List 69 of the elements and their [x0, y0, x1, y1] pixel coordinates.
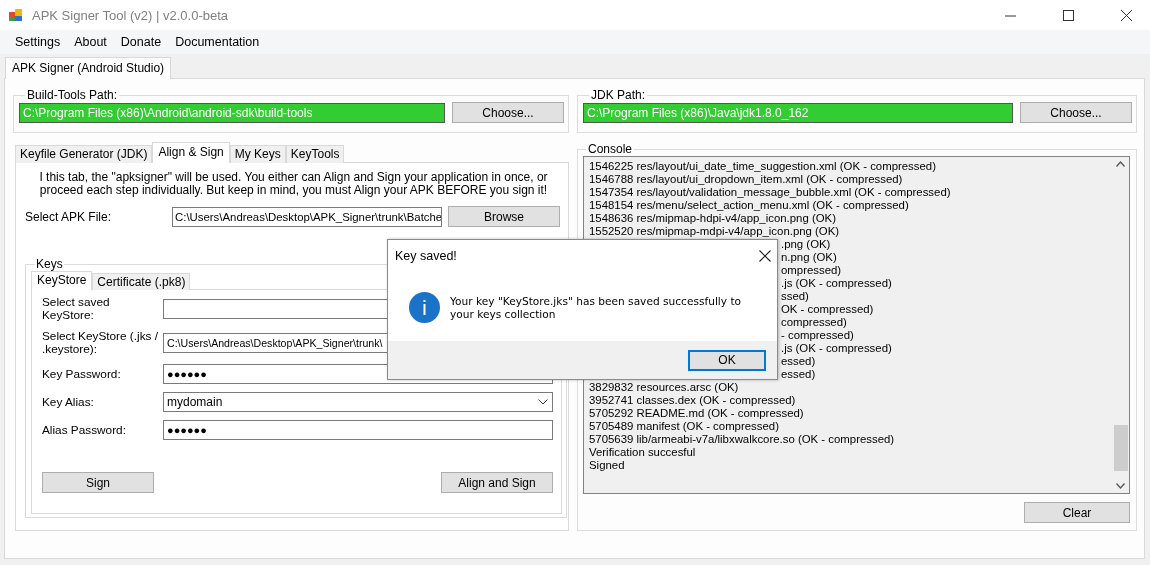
choose-button[interactable]: Choose...: [1020, 102, 1132, 123]
description-text: I this tab, the "apksigner" will be used. You either can Align and Sign your application in once, or proceed each step individually. But keep in mind, you must Align your APK BEFORE you sign it!: [38, 171, 549, 197]
field-label: Key Password:: [42, 367, 122, 381]
field-label: Key Alias:: [42, 395, 95, 409]
console-line: 1548154 res/menu/select_action_menu.xml (OK - compressed): [589, 199, 909, 212]
group-label: Keys: [35, 257, 64, 271]
chevron-down-icon: [538, 399, 548, 405]
password-field[interactable]: ●●●●●●: [163, 420, 553, 440]
scroll-thumb[interactable]: [1113, 425, 1128, 471]
tab[interactable]: KeyStore: [31, 271, 93, 290]
tab[interactable]: KeyTools: [285, 145, 345, 163]
menu-item[interactable]: Settings: [8, 33, 68, 51]
console-line: 1546225 res/layout/ui_date_time_suggestion.xml (OK - compressed): [589, 160, 936, 173]
maximize-icon[interactable]: [1063, 9, 1074, 21]
console-line: .js (OK - compressed): [781, 277, 892, 290]
console-line: essed): [781, 355, 816, 368]
dropdown-value: mydomain: [167, 394, 223, 411]
console-line: 1546788 res/layout/ui_dropdown_item.xml (OK - compressed): [589, 173, 903, 186]
window-title: APK Signer Tool (v2) | v2.0.0-beta: [32, 7, 229, 23]
tab[interactable]: My Keys: [229, 145, 286, 163]
console-line: 3952741 classes.dex (OK - compressed): [589, 394, 796, 407]
console-line: - compressed): [781, 329, 854, 342]
console-line: compressed): [781, 316, 847, 329]
dropdown-field[interactable]: mydomain: [163, 392, 553, 412]
close-icon[interactable]: [1121, 9, 1132, 21]
align-and-sign-button[interactable]: Align and Sign: [441, 472, 553, 493]
console-line: n.png (OK): [781, 251, 837, 264]
dialog-title: Key saved!: [395, 249, 457, 263]
tab[interactable]: APK Signer (Android Studio): [5, 57, 172, 79]
console-line: ssed): [781, 290, 809, 303]
browse-button[interactable]: Browse: [448, 206, 560, 227]
console-line: 1548636 res/mipmap-hdpi-v4/app_icon.png (OK): [589, 212, 836, 225]
console-line: 5705639 lib/armeabi-v7a/libxwalkcore.so (OK - compressed): [589, 433, 895, 446]
console-line: Verification succesful: [589, 446, 696, 459]
console-line: .js (OK - compressed): [781, 342, 892, 355]
console-line: OK - compressed): [781, 303, 874, 316]
dialog-message: Your key "KeyStore.jks" has been saved successfully to your keys collection: [450, 294, 743, 321]
menu-item[interactable]: Donate: [113, 33, 169, 51]
console-line: 5705292 README.md (OK - compressed): [589, 407, 804, 420]
field-label: Select APK File:: [25, 209, 113, 224]
field-label: Alias Password:: [42, 423, 127, 437]
scroll-up-icon[interactable]: [1116, 161, 1125, 167]
apk-file-field[interactable]: C:\Users\Andreas\Desktop\APK_Signer\trunk\Batche: [172, 206, 442, 227]
ok-button[interactable]: OK: [688, 349, 766, 371]
tab[interactable]: Keyfile Generator (JDK): [15, 145, 153, 163]
close-icon[interactable]: [759, 250, 771, 262]
tab[interactable]: Align & Sign: [152, 142, 230, 163]
console-line: essed): [781, 368, 816, 381]
console-line: 5705489 manifest (OK - compressed): [589, 420, 779, 433]
tab[interactable]: Certificate (.pk8): [92, 273, 191, 290]
choose-button[interactable]: Choose...: [452, 102, 564, 123]
console-line: 1547354 res/layout/validation_message_bubble.xml (OK - compressed): [589, 186, 951, 199]
menu-item[interactable]: About: [67, 33, 114, 51]
console-line: 3829832 resources.arsc (OK): [589, 381, 739, 394]
scroll-down-icon[interactable]: [1116, 483, 1125, 489]
menu-item[interactable]: Documentation: [168, 33, 267, 51]
field-label: Select KeyStore (.jks / .keystore):: [42, 330, 160, 356]
app-icon: [8, 7, 24, 23]
field-label: Select saved KeyStore:: [42, 296, 111, 322]
group-label: Console: [587, 142, 634, 156]
sign-button[interactable]: Sign: [42, 472, 154, 493]
group-label: Build-Tools Path:: [26, 88, 119, 102]
info-icon: [409, 292, 440, 323]
group-label: JDK Path:: [590, 88, 647, 102]
console-line: 1552520 res/mipmap-mdpi-v4/app_icon.png (OK): [589, 225, 840, 238]
console-line: ompressed): [781, 264, 842, 277]
console-line: Signed: [589, 459, 625, 472]
clear-button[interactable]: Clear: [1024, 502, 1130, 523]
console-line: .png (OK): [781, 238, 831, 251]
